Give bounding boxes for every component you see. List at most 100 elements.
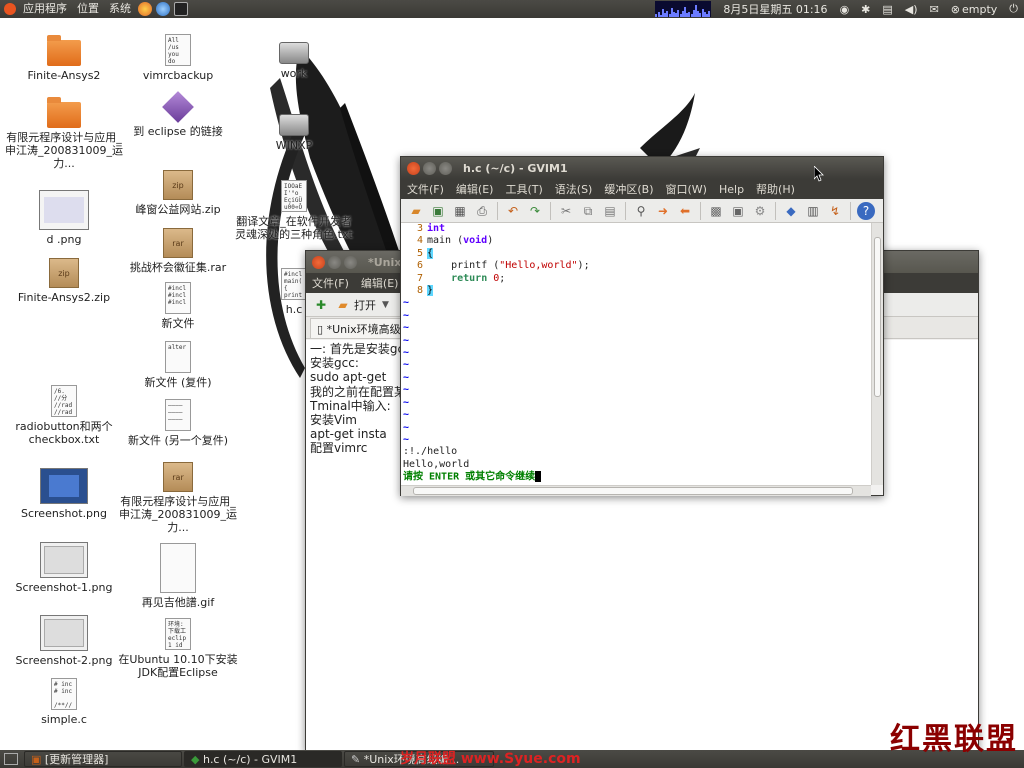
undo-icon[interactable]: ↶ — [504, 202, 522, 220]
terminal-launcher-icon[interactable] — [174, 2, 188, 16]
text-file-icon: #incl #incl #incl — [165, 282, 191, 314]
menu-window[interactable]: 窗口(W) — [660, 181, 713, 197]
open-folder-icon[interactable]: ▰ — [334, 296, 352, 314]
menu-help-en[interactable]: Help — [713, 183, 750, 196]
desktop-icon-text[interactable]: #incl #incl #incl 新文件 — [118, 282, 238, 330]
desktop-icon-zip[interactable]: zip 峰窗公益网站.zip — [118, 170, 238, 216]
gvim-titlebar[interactable]: h.c (~/c) - GVIM1 — [401, 157, 883, 179]
show-desktop-icon[interactable] — [4, 753, 18, 765]
code-line: 7 return 0; — [416, 272, 506, 284]
keyboard-icon[interactable]: ▤ — [882, 3, 892, 16]
menu-applications[interactable]: 应用程序 — [18, 0, 72, 18]
ubuntu-logo-icon[interactable] — [4, 3, 16, 15]
make-icon[interactable]: ◆ — [782, 202, 800, 220]
save-icon[interactable]: ▣ — [429, 202, 447, 220]
text-file-icon: # inc # inc/**// — [51, 678, 77, 710]
find-next-icon[interactable]: ➜ — [654, 202, 672, 220]
desktop-icon-text[interactable]: All/us you do vimrcbackup — [118, 34, 238, 82]
clock[interactable]: 8月5日星期五 01:16 — [723, 1, 827, 17]
minimize-icon[interactable] — [328, 255, 341, 269]
save-all-icon[interactable]: ▦ — [451, 202, 469, 220]
desktop-icon-text[interactable]: # inc # inc/**// simple.c — [4, 678, 124, 726]
run-script-icon[interactable]: ⚙ — [751, 202, 769, 220]
desktop-icon-rar[interactable]: rar 有限元程序设计与应用_申江涛_200831009_运力... — [118, 462, 238, 534]
vertical-scrollbar[interactable] — [871, 223, 883, 485]
empty-line-marker: ~ — [403, 371, 410, 383]
print-icon[interactable]: ⎙ — [473, 202, 491, 220]
rar-archive-icon: rar — [163, 462, 193, 492]
network-icon[interactable]: ◉ — [840, 3, 850, 16]
close-icon[interactable] — [407, 161, 420, 175]
cut-icon[interactable]: ✂ — [557, 202, 575, 220]
menu-syntax[interactable]: 语法(S) — [549, 181, 599, 197]
new-document-icon[interactable]: ✚ — [312, 296, 330, 314]
mail-icon[interactable]: ✉ — [930, 3, 939, 16]
menu-file[interactable]: 文件(F) — [306, 275, 355, 291]
scrollbar-thumb[interactable] — [413, 487, 853, 495]
maximize-icon[interactable] — [344, 255, 357, 269]
ctags-icon[interactable]: ▥ — [804, 202, 822, 220]
desktop-icon-text[interactable]: /6.//分//rad//rad radiobutton和两个checkbox.… — [4, 385, 124, 446]
desktop-icon-image[interactable]: Screenshot.png — [4, 468, 124, 520]
open-button[interactable]: 打开 — [354, 297, 376, 313]
desktop-icon-folder[interactable]: Finite-Ansys2 — [4, 35, 124, 82]
menu-tools[interactable]: 工具(T) — [499, 181, 548, 197]
taskbar-item[interactable]: ◆ h.c (~/c) - GVIM1 — [184, 751, 342, 767]
empty-line-marker: ~ — [403, 334, 410, 346]
desktop-icon-rar[interactable]: rar 挑战杯会徽征集.rar — [118, 228, 238, 274]
redo-icon[interactable]: ↷ — [526, 202, 544, 220]
jump-tag-icon[interactable]: ↯ — [826, 202, 844, 220]
minimize-icon[interactable] — [423, 161, 436, 175]
desktop-icon-drive[interactable]: work — [234, 42, 354, 80]
save-session-icon[interactable]: ▣ — [729, 202, 747, 220]
power-icon[interactable]: ⏻ — [1009, 2, 1018, 16]
gvim-window[interactable]: h.c (~/c) - GVIM1 文件(F) 编辑(E) 工具(T) 语法(S… — [400, 156, 884, 496]
desktop-icon-text[interactable]: ———— ———— ———— 新文件 (另一个复件) — [118, 399, 238, 447]
help-icon[interactable]: ? — [857, 201, 875, 220]
maximize-icon[interactable] — [439, 161, 452, 175]
menu-help[interactable]: 帮助(H) — [750, 181, 801, 197]
load-session-icon[interactable]: ▩ — [707, 202, 725, 220]
menu-edit[interactable]: 编辑(E) — [450, 181, 500, 197]
copy-icon[interactable]: ⧉ — [579, 202, 597, 220]
desktop-icon-image[interactable]: Screenshot-2.png — [4, 615, 124, 667]
desktop-icon-text[interactable]: 环境: 下载工 eclip 1 id 在Ubuntu 10.10下安装JDK配置Ecl… — [118, 618, 238, 679]
menu-system[interactable]: 系统 — [104, 0, 136, 18]
volume-icon[interactable]: ◀) — [905, 3, 918, 16]
empty-line-marker: ~ — [403, 421, 410, 433]
scrollbar-thumb[interactable] — [874, 237, 881, 397]
find-previous-icon[interactable]: ⬅ — [676, 202, 694, 220]
toolbar-separator — [850, 201, 851, 220]
bluetooth-icon[interactable]: ✱ — [861, 3, 870, 16]
menu-edit[interactable]: 编辑(E) — [355, 275, 405, 291]
menu-buffers[interactable]: 缓冲区(B) — [598, 181, 659, 197]
desktop-icon-text[interactable]: IOOaE I'°o EçiGÜ u00«Ô 翻译文章_在软件开发者灵魂深处的三种角色… — [234, 180, 354, 241]
desktop-icon-link[interactable]: 到 eclipse 的链接 — [118, 91, 238, 138]
open-file-icon[interactable]: ▰ — [407, 202, 425, 220]
firefox-launcher-icon[interactable] — [138, 2, 152, 16]
desktop-icon-image[interactable]: 再见吉他譜.gif — [118, 543, 238, 609]
user-name[interactable]: empty — [962, 3, 997, 16]
user-icon[interactable]: ⊗ — [951, 3, 960, 16]
empty-line-marker: ~ — [403, 433, 410, 445]
code-line: 3 int — [416, 223, 446, 234]
desktop-icon-text[interactable]: alter 新文件 (复件) — [118, 341, 238, 389]
desktop-icon-image[interactable]: d .png — [4, 190, 124, 246]
find-replace-icon[interactable]: ⚲ — [632, 202, 650, 220]
code-line: 5{ — [416, 247, 434, 259]
menu-places[interactable]: 位置 — [72, 0, 104, 18]
chevron-down-icon[interactable]: ▼ — [382, 300, 389, 310]
desktop-icon-image[interactable]: Screenshot-1.png — [4, 542, 124, 594]
menu-file[interactable]: 文件(F) — [401, 181, 450, 197]
paste-icon[interactable]: ▤ — [601, 202, 619, 220]
text-file-icon: alter — [165, 341, 191, 373]
web-browser-launcher-icon[interactable] — [156, 2, 170, 16]
system-monitor-graph[interactable] — [655, 1, 712, 17]
horizontal-scrollbar[interactable] — [401, 485, 871, 496]
close-icon[interactable] — [312, 255, 325, 269]
desktop-icon-zip[interactable]: zip Finite-Ansys2.zip — [4, 258, 124, 304]
desktop-icon-drive[interactable]: WINXP — [234, 114, 354, 152]
gvim-editor[interactable]: 3 int 4 main (void) 5{ 6 printf ("Hello,wo… — [401, 223, 871, 485]
desktop-icon-folder[interactable]: 有限元程序设计与应用_申江涛_200831009_运力... — [4, 97, 124, 170]
taskbar-item[interactable]: ▣ [更新管理器] — [24, 751, 182, 767]
